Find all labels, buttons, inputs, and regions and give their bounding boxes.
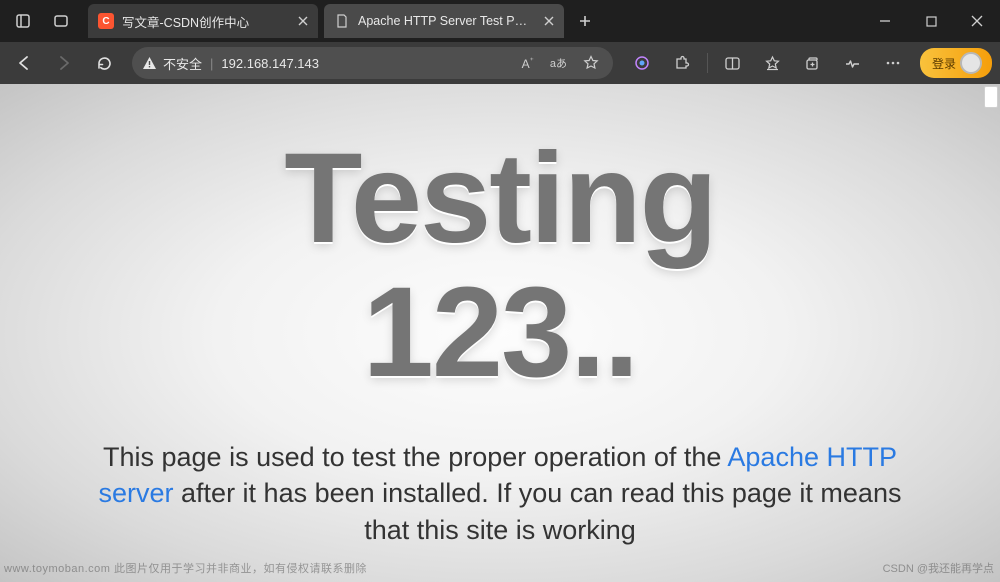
tab-actions-icon: [15, 13, 31, 29]
login-button[interactable]: 登录: [920, 48, 992, 78]
back-button[interactable]: [6, 47, 42, 79]
copilot-button[interactable]: [623, 47, 661, 79]
window-maximize-button[interactable]: [908, 4, 954, 38]
tab-actions-button[interactable]: [4, 0, 42, 42]
tab-overview-icon: [53, 13, 69, 29]
new-tab-button[interactable]: [570, 8, 600, 34]
hero-description: This page is used to test the proper ope…: [0, 439, 1000, 548]
hero-heading: Testing 123..: [0, 132, 1000, 401]
close-icon: [298, 16, 308, 26]
hero-section: Testing 123.. This page is used to test …: [0, 84, 1000, 548]
split-screen-button[interactable]: [714, 47, 752, 79]
collections-button[interactable]: [794, 47, 832, 79]
minimize-icon: [879, 15, 891, 27]
refresh-icon: [96, 55, 113, 72]
login-label: 登录: [932, 55, 956, 72]
tab-label: Apache HTTP Server Test Page po: [358, 14, 534, 28]
performance-button[interactable]: [834, 47, 872, 79]
csdn-favicon-icon: C: [98, 13, 114, 29]
tab-label: 写文章-CSDN创作中心: [122, 12, 288, 31]
close-icon: [544, 16, 554, 26]
arrow-left-icon: [15, 54, 33, 72]
scrollbar-thumb[interactable]: [984, 86, 998, 108]
forward-button[interactable]: [46, 47, 82, 79]
tab-overview-button[interactable]: [42, 0, 80, 42]
maximize-icon: [926, 16, 937, 27]
tab-strip: C 写文章-CSDN创作中心 Apache HTTP Server Test P…: [88, 0, 862, 42]
window-close-button[interactable]: [954, 4, 1000, 38]
avatar-icon: [960, 52, 982, 74]
address-bar[interactable]: 不安全 | 192.168.147.143 A⁺ aあ: [132, 47, 613, 79]
puzzle-icon: [673, 55, 690, 72]
reading-mode-button[interactable]: A⁺: [518, 56, 538, 71]
tab-close-button[interactable]: [542, 14, 556, 28]
window-titlebar: C 写文章-CSDN创作中心 Apache HTTP Server Test P…: [0, 0, 1000, 42]
security-indicator[interactable]: 不安全: [142, 54, 202, 73]
url-text: 192.168.147.143: [221, 56, 319, 71]
tab-csdn[interactable]: C 写文章-CSDN创作中心: [88, 4, 318, 38]
heartbeat-icon: [844, 54, 862, 72]
favorites-button[interactable]: [754, 47, 792, 79]
toolbar-right-icons: 登录: [623, 47, 994, 79]
star-icon: [583, 55, 599, 71]
watermark-left: www.toymoban.com 此图片仅用于学习并非商业，如有侵权请联系删除: [4, 560, 367, 576]
addressbar-divider: |: [210, 56, 213, 71]
close-icon: [971, 15, 983, 27]
split-icon: [724, 55, 741, 72]
tab-apache[interactable]: Apache HTTP Server Test Page po: [324, 4, 564, 38]
toolbar-separator: [707, 53, 708, 73]
star-outline-icon: [764, 55, 781, 72]
window-minimize-button[interactable]: [862, 4, 908, 38]
window-controls: [862, 4, 1000, 38]
dots-icon: [885, 55, 901, 71]
tab-close-button[interactable]: [296, 14, 310, 28]
page-favicon-icon: [334, 13, 350, 29]
plus-icon: [578, 14, 592, 28]
page-viewport: Testing 123.. This page is used to test …: [0, 84, 1000, 582]
browser-toolbar: 不安全 | 192.168.147.143 A⁺ aあ 登录: [0, 42, 1000, 84]
watermark-right: CSDN @我还能再学点: [883, 560, 994, 576]
extensions-button[interactable]: [663, 47, 701, 79]
collections-icon: [804, 55, 821, 72]
favorite-button[interactable]: [579, 55, 603, 71]
arrow-right-icon: [55, 54, 73, 72]
security-text: 不安全: [163, 54, 202, 73]
more-button[interactable]: [874, 47, 912, 79]
copilot-icon: [633, 54, 651, 72]
refresh-button[interactable]: [86, 47, 122, 79]
warning-icon: [142, 56, 157, 71]
translate-button[interactable]: aあ: [546, 55, 571, 71]
